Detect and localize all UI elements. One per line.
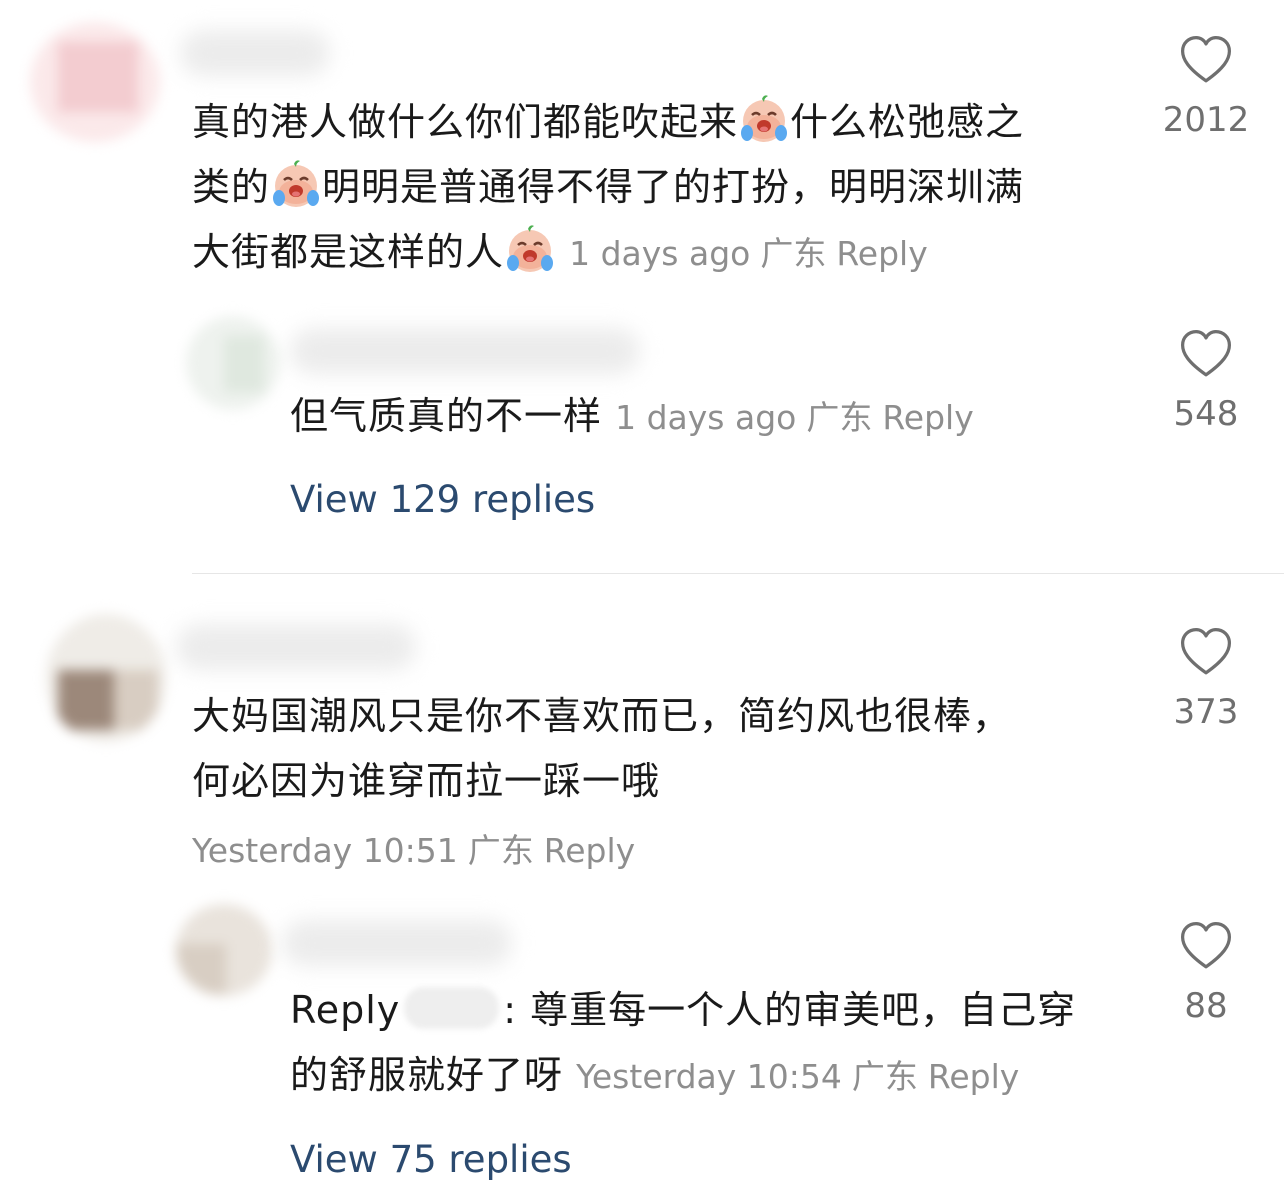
comment-text: 真的港人做什么你们都能吹起来 什么松弛感之 类的 明明是普通得不得了的打扮，明明深圳… xyxy=(192,90,1112,286)
username[interactable] xyxy=(176,624,416,670)
region: 广东 xyxy=(760,234,827,273)
comment-line: 真的港人做什么你们都能吹起来 xyxy=(192,100,739,144)
like-count: 548 xyxy=(1173,394,1239,434)
comments-page: 真的港人做什么你们都能吹起来 什么松弛感之 类的 明明是普通得不得了的打扮，明明深圳… xyxy=(0,0,1284,1184)
crying-face-emoji xyxy=(738,93,790,145)
reply-text: 但气质真的不一样 1 days ago 广东 Reply xyxy=(290,384,1130,450)
mentioned-username[interactable] xyxy=(404,987,500,1029)
region: 广东 xyxy=(467,831,534,870)
like-button[interactable]: 88 xyxy=(1146,920,1266,1026)
timestamp: Yesterday 10:51 xyxy=(192,831,458,870)
region: 广东 xyxy=(806,398,873,437)
heart-icon[interactable] xyxy=(1179,626,1233,680)
reply-meta: Yesterday 10:54 广东 Reply xyxy=(576,1057,1029,1096)
comment-line: 大妈国潮风只是你不喜欢而已，简约风也很棒， xyxy=(192,694,1012,738)
like-count: 2012 xyxy=(1162,100,1250,140)
username[interactable] xyxy=(180,30,330,76)
reply-line: 但气质真的不一样 xyxy=(290,394,603,438)
view-replies-link[interactable]: View 129 replies xyxy=(290,478,595,521)
timestamp: Yesterday 10:54 xyxy=(576,1057,842,1096)
avatar[interactable] xyxy=(186,316,280,410)
view-replies-link[interactable]: View 75 replies xyxy=(290,1138,572,1181)
reply-button[interactable]: Reply xyxy=(544,831,635,870)
timestamp: 1 days ago xyxy=(569,234,751,273)
avatar[interactable] xyxy=(176,904,272,996)
reply-button[interactable]: Reply xyxy=(928,1057,1019,1096)
crying-face-emoji xyxy=(270,158,322,210)
comment-meta: Yesterday 10:51 广东 Reply xyxy=(192,818,645,883)
like-button[interactable]: 373 xyxy=(1146,626,1266,732)
comment-line: 什么松弛感之 xyxy=(790,100,1025,144)
comment-line: 明明是普通得不得了的打扮，明明深圳满 xyxy=(322,165,1025,209)
comment-line: 何必因为谁穿而拉一踩一哦 xyxy=(192,759,661,803)
like-count: 88 xyxy=(1184,986,1228,1026)
heart-icon[interactable] xyxy=(1179,328,1233,382)
like-button[interactable]: 2012 xyxy=(1146,34,1266,140)
like-count: 373 xyxy=(1173,692,1239,732)
reply-button[interactable]: Reply xyxy=(882,398,973,437)
reply-prefix: Reply xyxy=(290,988,401,1032)
username[interactable] xyxy=(290,328,640,374)
avatar[interactable] xyxy=(46,614,166,742)
like-button[interactable]: 548 xyxy=(1146,328,1266,434)
comment-line: 类的 xyxy=(192,165,271,209)
heart-icon[interactable] xyxy=(1179,34,1233,88)
comment-text: 大妈国潮风只是你不喜欢而已，简约风也很棒， 何必因为谁穿而拉一踩一哦 xyxy=(192,684,1112,814)
reply-text: Reply : 尊重每一个人的审美吧，自己穿 的舒服就好了呀 Yesterday … xyxy=(290,978,1130,1109)
reply-line: : 尊重每一个人的审美吧，自己穿 xyxy=(503,988,1077,1032)
comment-meta: 1 days ago 广东 Reply xyxy=(569,234,938,273)
divider xyxy=(192,573,1284,574)
timestamp: 1 days ago xyxy=(615,398,797,437)
comment-line: 大街都是这样的人 xyxy=(192,230,505,274)
heart-icon[interactable] xyxy=(1179,920,1233,974)
reply-button[interactable]: Reply xyxy=(836,234,927,273)
avatar[interactable] xyxy=(30,22,160,142)
reply-meta: 1 days ago 广东 Reply xyxy=(615,398,984,437)
region: 广东 xyxy=(851,1057,918,1096)
reply-line: 的舒服就好了呀 xyxy=(290,1053,564,1097)
username[interactable] xyxy=(282,920,512,966)
crying-face-emoji xyxy=(504,223,556,275)
